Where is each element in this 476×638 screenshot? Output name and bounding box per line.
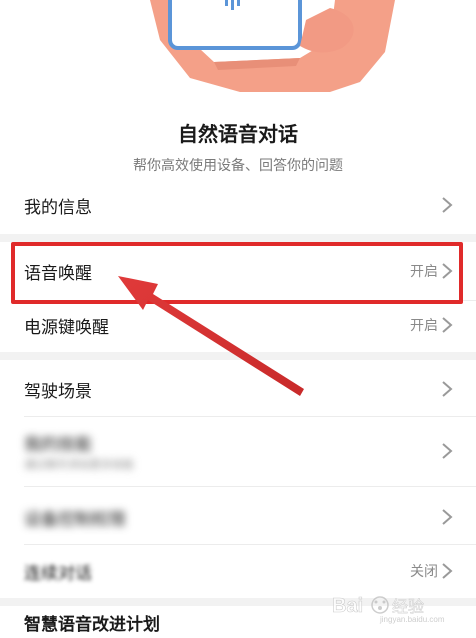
svg-text:经验: 经验 — [392, 597, 424, 616]
svg-text:Bai: Bai — [332, 595, 363, 617]
svg-text:jingyan.baidu.com: jingyan.baidu.com — [379, 615, 445, 624]
baidu-watermark: Bai 经验 jingyan.baidu.com — [328, 590, 468, 624]
annotation-arrow-icon — [118, 276, 304, 396]
